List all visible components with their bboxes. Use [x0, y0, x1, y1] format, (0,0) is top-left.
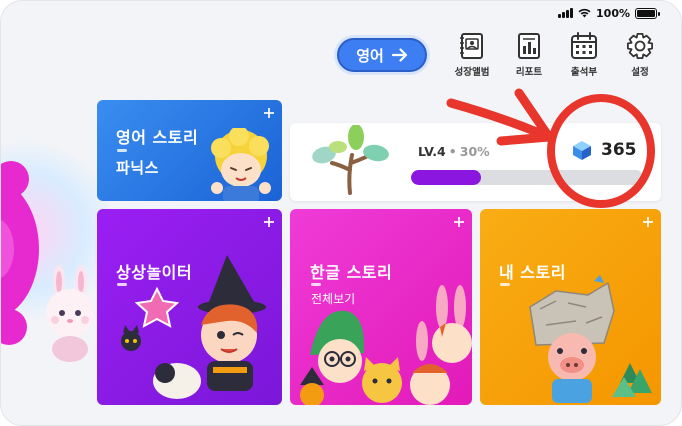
bunny-character-illustration	[46, 265, 94, 362]
paper-bag-pig-illustration	[529, 275, 652, 403]
nav-attendance-label: 출석부	[570, 67, 598, 78]
calendar-icon	[571, 32, 597, 59]
cellular-icon	[558, 8, 574, 18]
report-icon	[518, 33, 540, 59]
nav-settings[interactable]: 설정	[615, 31, 665, 78]
gem-cube-icon	[573, 141, 591, 160]
plus-icon	[264, 108, 274, 118]
nav-report[interactable]: 리포트	[504, 31, 554, 78]
nav-growth-album[interactable]: 성장앨범	[447, 31, 497, 78]
english-mode-button[interactable]: 영어	[337, 38, 427, 72]
battery-icon	[635, 7, 660, 19]
imagination-playground-card[interactable]: 상상놀이터	[97, 209, 282, 405]
coin-count: 365	[601, 140, 637, 160]
growing-tree-illustration	[312, 125, 389, 195]
plus-icon	[643, 217, 653, 227]
hangul-story-card[interactable]: 한글 스토리 전체보기	[290, 209, 472, 405]
plus-icon	[264, 217, 274, 227]
nav-settings-label: 설정	[631, 67, 649, 78]
english-mode-label: 영어	[356, 46, 384, 65]
level-label: LV.4	[418, 144, 446, 159]
plus-icon	[454, 217, 464, 227]
coin-counter: 365	[571, 139, 637, 161]
witch-and-cats-illustration	[121, 255, 266, 399]
nav-attendance[interactable]: 출석부	[559, 31, 609, 78]
english-story-subtitle: 파닉스	[116, 159, 159, 177]
gear-icon	[627, 33, 653, 60]
status-bar: 100%	[558, 5, 660, 21]
wifi-icon	[578, 8, 591, 18]
level-text: LV.4 • 30%	[418, 144, 490, 159]
level-progress-bar	[411, 170, 643, 185]
level-progress-fill	[411, 170, 481, 185]
curly-hair-kid-illustration	[211, 128, 271, 201]
album-icon	[460, 33, 483, 59]
battery-percent: 100%	[596, 6, 630, 20]
arrow-right-icon	[391, 48, 407, 62]
level-progress-card: LV.4 • 30% 365	[290, 123, 661, 201]
app-screen: 100% 영어 성장앨범 리포트 출석부 설정 영어 스토리 파닉스 LV.4 …	[0, 0, 682, 426]
my-story-card[interactable]: 내 스토리	[480, 209, 661, 405]
costumed-kids-illustration	[300, 285, 472, 405]
title-dash	[500, 283, 510, 286]
english-story-title: 영어 스토리	[116, 128, 199, 147]
nav-report-label: 리포트	[515, 67, 543, 78]
title-dash	[117, 149, 127, 152]
level-percent: 30%	[459, 144, 490, 159]
nav-growth-album-label: 성장앨범	[454, 67, 490, 78]
english-story-card[interactable]: 영어 스토리 파닉스	[97, 100, 282, 201]
